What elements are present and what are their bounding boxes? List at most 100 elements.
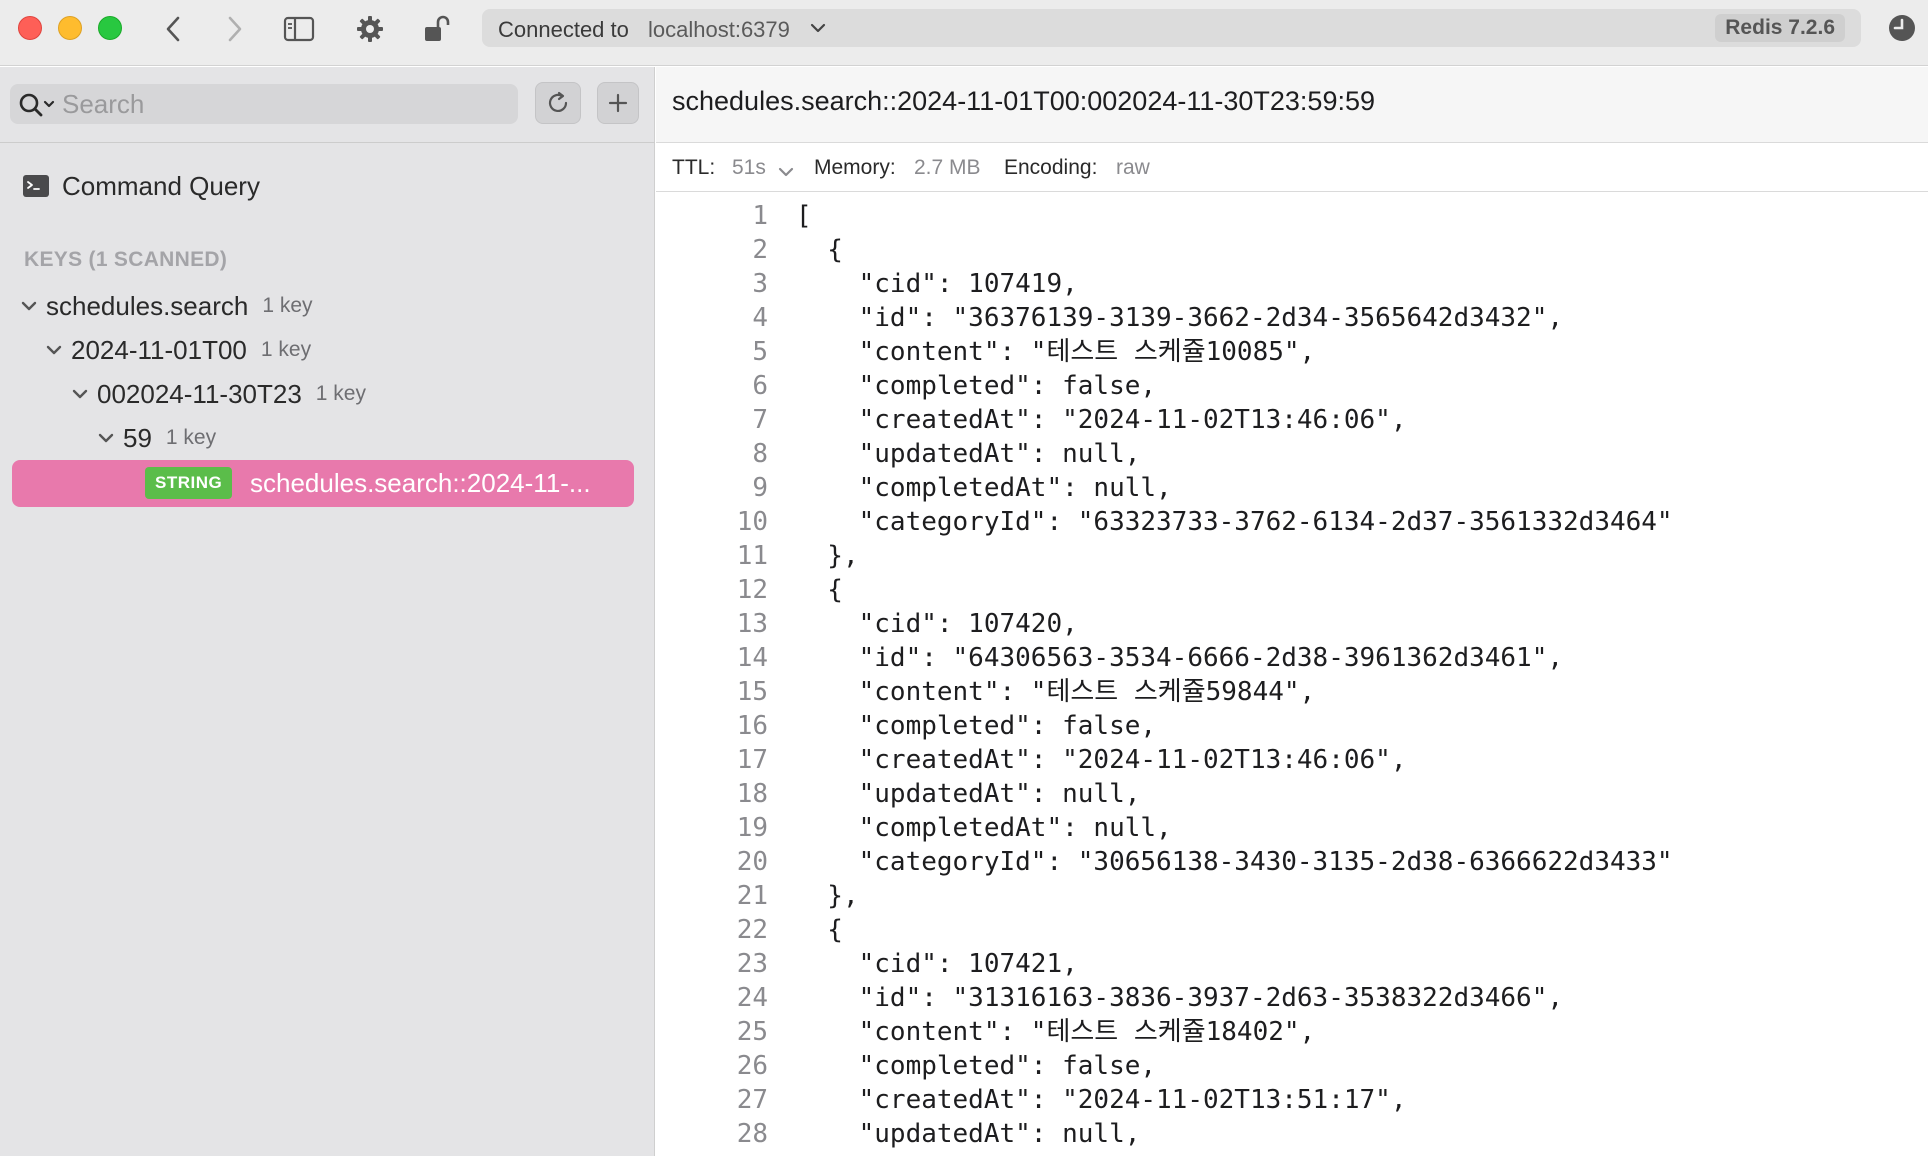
code-line[interactable]: 7 "createdAt": "2024-11-02T13:46:06", xyxy=(656,403,1928,437)
code-line[interactable]: 15 "content": "테스트 스케쥴59844", xyxy=(656,675,1928,709)
code-text[interactable]: "content": "테스트 스케쥴59844", xyxy=(796,675,1316,709)
add-key-button[interactable] xyxy=(597,82,639,124)
code-line[interactable]: 22 { xyxy=(656,913,1928,947)
tree-node-2024-11-01t00[interactable]: 2024-11-01T00 1 key xyxy=(43,332,311,368)
connection-bar[interactable]: Connected to localhost:6379 Redis 7.2.6 xyxy=(482,9,1861,47)
code-text[interactable]: "createdAt": "2024-11-02T13:46:06", xyxy=(796,743,1407,777)
code-text[interactable]: "completedAt": null, xyxy=(796,471,1172,505)
activity-button[interactable] xyxy=(1887,13,1917,48)
code-line[interactable]: 17 "createdAt": "2024-11-02T13:46:06", xyxy=(656,743,1928,777)
code-text[interactable]: "id": "64306563-3534-6666-2d38-3961362d3… xyxy=(796,641,1563,675)
line-number: 26 xyxy=(736,1051,768,1081)
code-text[interactable]: "id": "31316163-3836-3937-2d63-3538322d3… xyxy=(796,981,1563,1015)
code-text[interactable]: "cid": 107421, xyxy=(796,947,1078,981)
code-line[interactable]: 13 "cid": 107420, xyxy=(656,607,1928,641)
code-line[interactable]: 6 "completed": false, xyxy=(656,369,1928,403)
refresh-button[interactable] xyxy=(535,82,581,124)
ttl-value[interactable]: 51s xyxy=(732,156,766,180)
chevron-down-icon xyxy=(72,389,88,399)
code-text[interactable]: "completed": false, xyxy=(796,709,1156,743)
code-text[interactable]: "updatedAt": null, xyxy=(796,777,1141,811)
lock-button[interactable] xyxy=(421,13,453,45)
code-line[interactable]: 11 }, xyxy=(656,539,1928,573)
zoom-window-button[interactable] xyxy=(98,16,122,40)
selected-key-name: schedules.search::2024-11-... xyxy=(250,468,591,498)
code-line[interactable]: 23 "cid": 107421, xyxy=(656,947,1928,981)
back-button[interactable] xyxy=(158,13,190,45)
close-window-button[interactable] xyxy=(18,16,42,40)
line-number: 22 xyxy=(736,915,768,945)
search-box[interactable] xyxy=(10,84,518,124)
search-icon[interactable] xyxy=(18,92,58,118)
code-text[interactable]: "updatedAt": null, xyxy=(796,1117,1141,1151)
code-text[interactable]: { xyxy=(796,913,843,947)
minimize-window-button[interactable] xyxy=(58,16,82,40)
code-line[interactable]: 28 "updatedAt": null, xyxy=(656,1117,1928,1151)
code-line[interactable]: 29 "completedAt": null, xyxy=(656,1151,1928,1156)
chevron-down-icon xyxy=(21,301,37,311)
chevron-down-icon[interactable] xyxy=(810,22,826,34)
code-line[interactable]: 24 "id": "31316163-3836-3937-2d63-353832… xyxy=(656,981,1928,1015)
code-line[interactable]: 16 "completed": false, xyxy=(656,709,1928,743)
tree-node-schedules-search[interactable]: schedules.search 1 key xyxy=(18,288,313,324)
code-line[interactable]: 3 "cid": 107419, xyxy=(656,267,1928,301)
code-text[interactable]: }, xyxy=(796,539,858,573)
connection-host: localhost:6379 xyxy=(648,17,790,42)
code-text[interactable]: "categoryId": "30656138-3430-3135-2d38-6… xyxy=(796,845,1673,879)
search-input[interactable] xyxy=(62,87,502,121)
code-line[interactable]: 5 "content": "테스트 스케쥴10085", xyxy=(656,335,1928,369)
tree-node-59[interactable]: 59 1 key xyxy=(95,420,216,456)
code-line[interactable]: 9 "completedAt": null, xyxy=(656,471,1928,505)
code-line[interactable]: 1[ xyxy=(656,199,1928,233)
code-text[interactable]: { xyxy=(796,573,843,607)
code-line[interactable]: 21 }, xyxy=(656,879,1928,913)
code-line[interactable]: 19 "completedAt": null, xyxy=(656,811,1928,845)
connection-label: Connected to xyxy=(498,17,629,42)
line-number: 7 xyxy=(752,405,768,435)
code-line[interactable]: 12 { xyxy=(656,573,1928,607)
line-number: 27 xyxy=(736,1085,768,1115)
code-text[interactable]: "content": "테스트 스케쥴10085", xyxy=(796,335,1316,369)
code-text[interactable]: "cid": 107420, xyxy=(796,607,1078,641)
code-line[interactable]: 10 "categoryId": "63323733-3762-6134-2d3… xyxy=(656,505,1928,539)
code-text[interactable]: "categoryId": "63323733-3762-6134-2d37-3… xyxy=(796,505,1673,539)
code-text[interactable]: "completedAt": null, xyxy=(796,811,1172,845)
clock-icon xyxy=(1889,15,1915,41)
settings-button[interactable] xyxy=(354,13,386,45)
code-line[interactable]: 18 "updatedAt": null, xyxy=(656,777,1928,811)
sidebar-icon xyxy=(283,16,315,42)
chevron-down-icon[interactable] xyxy=(778,166,794,178)
code-text[interactable]: "updatedAt": null, xyxy=(796,437,1141,471)
line-number: 19 xyxy=(736,813,768,843)
chevron-right-icon xyxy=(228,16,242,42)
code-text[interactable]: [ xyxy=(796,199,812,233)
code-line[interactable]: 14 "id": "64306563-3534-6666-2d38-396136… xyxy=(656,641,1928,675)
toggle-sidebar-button[interactable] xyxy=(283,13,315,45)
command-query-item[interactable]: Command Query xyxy=(22,168,260,204)
line-number: 24 xyxy=(736,983,768,1013)
code-text[interactable]: "content": "테스트 스케쥴18402", xyxy=(796,1015,1316,1049)
code-line[interactable]: 2 { xyxy=(656,233,1928,267)
chevron-down-icon xyxy=(98,433,114,443)
code-line[interactable]: 26 "completed": false, xyxy=(656,1049,1928,1083)
code-line[interactable]: 25 "content": "테스트 스케쥴18402", xyxy=(656,1015,1928,1049)
code-line[interactable]: 20 "categoryId": "30656138-3430-3135-2d3… xyxy=(656,845,1928,879)
code-text[interactable]: { xyxy=(796,233,843,267)
value-editor[interactable]: 1[2 {3 "cid": 107419, 4 "id": "36376139-3… xyxy=(656,194,1928,1156)
forward-button[interactable] xyxy=(218,13,250,45)
code-text[interactable]: "completedAt": null, xyxy=(796,1151,1172,1156)
code-text[interactable]: "completed": false, xyxy=(796,1049,1156,1083)
code-text[interactable]: "id": "36376139-3139-3662-2d34-3565642d3… xyxy=(796,301,1563,335)
code-text[interactable]: "createdAt": "2024-11-02T13:46:06", xyxy=(796,403,1407,437)
tree-node-002024-11-30t23[interactable]: 002024-11-30T23 1 key xyxy=(69,376,366,412)
code-text[interactable]: "createdAt": "2024-11-02T13:51:17", xyxy=(796,1083,1407,1117)
code-line[interactable]: 27 "createdAt": "2024-11-02T13:51:17", xyxy=(656,1083,1928,1117)
selected-key-item[interactable]: STRING schedules.search::2024-11-... xyxy=(12,460,634,507)
memory-value: 2.7 MB xyxy=(914,156,981,179)
code-text[interactable]: "completed": false, xyxy=(796,369,1156,403)
line-number: 28 xyxy=(736,1119,768,1149)
code-line[interactable]: 8 "updatedAt": null, xyxy=(656,437,1928,471)
code-text[interactable]: }, xyxy=(796,879,858,913)
code-line[interactable]: 4 "id": "36376139-3139-3662-2d34-3565642… xyxy=(656,301,1928,335)
code-text[interactable]: "cid": 107419, xyxy=(796,267,1078,301)
